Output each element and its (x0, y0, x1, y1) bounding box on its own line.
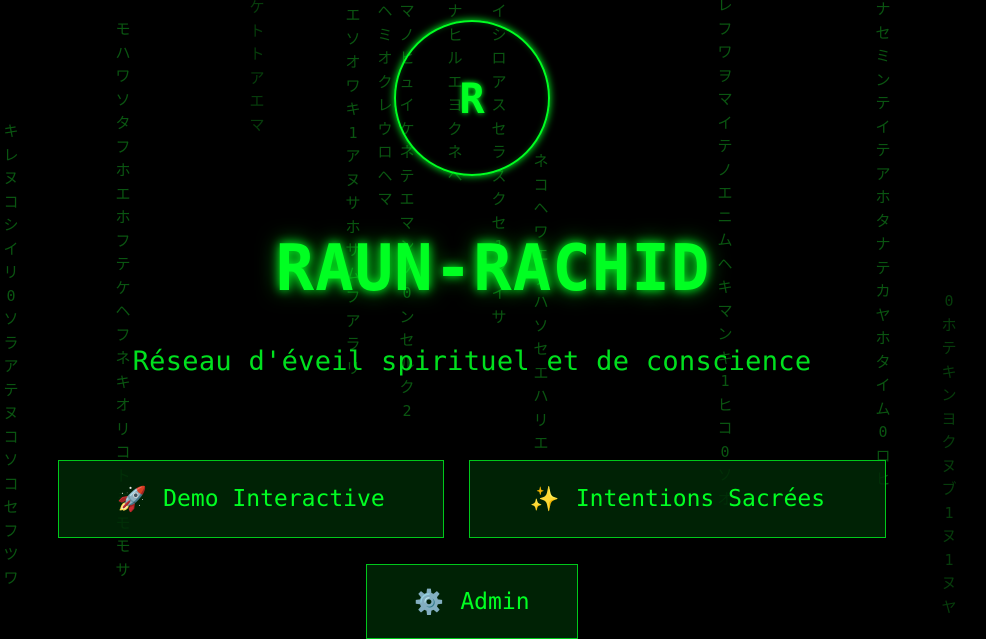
gear-icon: ⚙️ (414, 587, 445, 616)
logo-circle: R (394, 20, 550, 176)
rain-column: エ ソ オ ワ キ 1 ア ヌ サ ホ サ ム フ ア ラ リ (345, 6, 361, 377)
rain-column: ケ ト ト ア エ マ (249, 0, 265, 134)
sparkles-icon: ✨ (529, 485, 560, 513)
page-title: RAUN-RACHID (275, 232, 711, 306)
page-subtitle: Réseau d'éveil spirituel et de conscienc… (132, 346, 812, 377)
admin-label: Admin (460, 588, 530, 615)
rocket-icon: 🚀 (117, 485, 148, 513)
demo-interactive-label: Demo Interactive (163, 486, 385, 512)
admin-button[interactable]: ⚙️ Admin (366, 564, 578, 639)
intentions-sacrees-button[interactable]: ✨ Intentions Sacrées (469, 460, 886, 538)
rain-column: 0 ホ テ キ ン ヨ ク ヌ ブ 1 ヌ 1 ヌ ヤ (941, 292, 957, 616)
demo-interactive-button[interactable]: 🚀 Demo Interactive (58, 460, 444, 538)
logo-letter: R (459, 73, 485, 123)
rain-column: ヘ ミ オ ク レ ウ ロ ヘ マ (377, 2, 393, 208)
intentions-sacrees-label: Intentions Sacrées (575, 486, 826, 512)
